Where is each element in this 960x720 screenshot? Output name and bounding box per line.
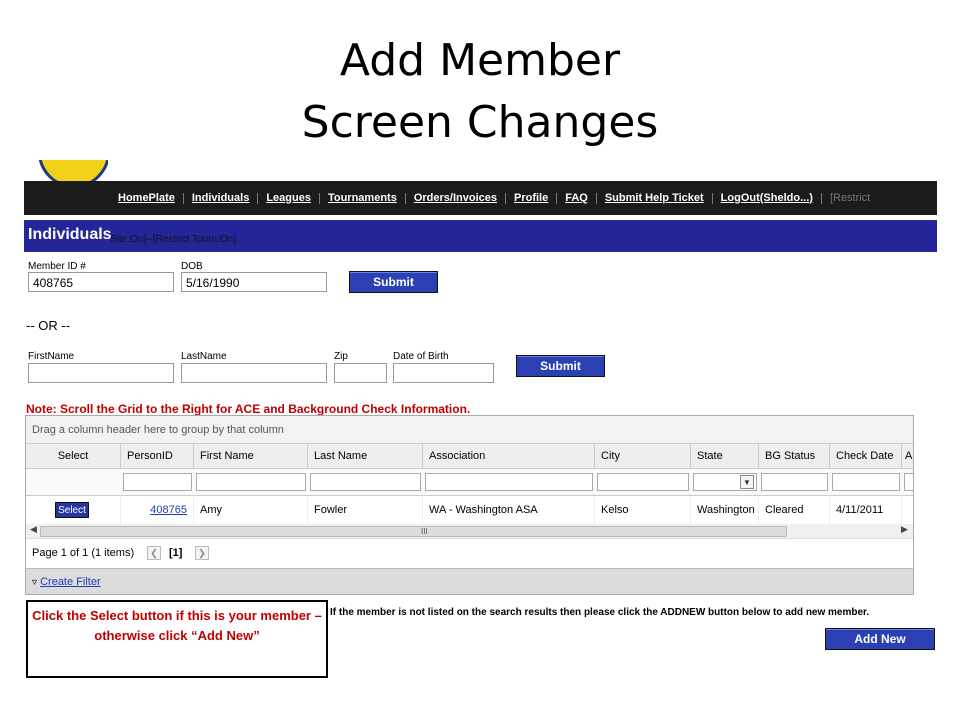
last-name-cell: Fowler [308,496,423,524]
scroll-right-icon[interactable]: ▶ [901,524,908,535]
current-page[interactable]: [1] [169,540,182,566]
or-separator: -- OR -- [26,318,71,333]
col-header-last-name[interactable]: Last Name [308,444,423,468]
nav-homeplate[interactable]: HomePlate [110,192,184,204]
slide-title: Add Member Screen Changes [0,30,960,154]
member-id-label: Member ID # [28,261,86,272]
prev-page-icon[interactable]: ❮ [147,546,161,560]
lastname-label: LastName [181,351,227,362]
nav-leagues[interactable]: Leagues [258,192,320,204]
nav-profile[interactable]: Profile [506,192,558,204]
grid-header-row: Select PersonID First Name Last Name Ass… [26,444,913,469]
firstname-label: FirstName [28,351,75,362]
col-header-check-date[interactable]: Check Date [830,444,902,468]
check-date-cell: 4/11/2011 [830,496,902,524]
select-cell: Select [26,496,121,524]
col-header-association[interactable]: Association [423,444,595,468]
col-header-bg-status[interactable]: BG Status [759,444,830,468]
member-id-input[interactable]: 408765 [28,272,174,292]
col-header-state[interactable]: State [691,444,759,468]
scrollbar-grip: III [421,527,428,536]
create-filter-link[interactable]: Create Filter [40,576,101,588]
col-header-select[interactable]: Select [26,444,121,468]
filter-ace[interactable] [904,473,913,491]
page-header: Individuals Site:On]--[Restrict Tourn:On… [24,220,937,252]
filter-personid[interactable] [123,473,192,491]
scrollbar-thumb[interactable]: III [40,526,787,537]
firstname-input[interactable] [28,363,174,383]
filter-association[interactable] [425,473,593,491]
app-screenshot: HomePlate Individuals Leagues Tournament… [24,160,937,650]
filter-first-name[interactable] [196,473,306,491]
nav-faq[interactable]: FAQ [557,192,597,204]
col-header-first-name[interactable]: First Name [194,444,308,468]
zip-input[interactable] [334,363,387,383]
date-of-birth-label: Date of Birth [393,351,449,362]
personid-cell: 408765 [121,496,194,524]
not-listed-message: If the member is not listed on the searc… [330,607,870,618]
restriction-status: Site:On]--[Restrict Tourn:On] [110,234,236,245]
date-of-birth-input[interactable] [393,363,494,383]
filter-icon: ▿ [32,577,38,588]
nav-individuals[interactable]: Individuals [184,192,259,204]
filter-last-name[interactable] [310,473,421,491]
city-cell: Kelso [595,496,691,524]
next-page-icon[interactable]: ❯ [195,546,209,560]
filter-bg-status[interactable] [761,473,828,491]
scroll-left-icon[interactable]: ◀ [30,524,37,535]
submit-member-id-button[interactable]: Submit [349,271,438,293]
submit-name-search-button[interactable]: Submit [516,355,605,377]
page-title: Individuals [28,226,112,243]
personid-link[interactable]: 408765 [150,504,187,516]
dob-label: DOB [181,261,203,272]
first-name-cell: Amy [194,496,308,524]
group-by-panel[interactable]: Drag a column header here to group by th… [26,416,913,444]
horizontal-scrollbar[interactable]: ◀ III ▶ [26,524,913,539]
chevron-down-icon[interactable]: ▼ [740,475,754,489]
slide-title-line-2: Screen Changes [301,97,659,148]
grid-footer: ▿ Create Filter [26,568,913,594]
zip-label: Zip [334,351,348,362]
col-header-ace[interactable]: A [902,444,913,468]
nav-submit-help-ticket[interactable]: Submit Help Ticket [597,192,713,204]
pager-summary: Page 1 of 1 (1 items) [32,547,135,559]
filter-state[interactable]: ▼ [693,473,757,491]
results-grid: Drag a column header here to group by th… [25,415,914,595]
nav-orders-invoices[interactable]: Orders/Invoices [406,192,506,204]
pager: Page 1 of 1 (1 items) ❮ [1] ❯ [26,540,913,566]
association-cell: WA - Washington ASA [423,496,595,524]
dob-input[interactable]: 5/16/1990 [181,272,327,292]
lastname-input[interactable] [181,363,327,383]
nav-tournaments[interactable]: Tournaments [320,192,406,204]
nav-logout[interactable]: LogOut(Sheldo...) [713,192,822,204]
scroll-note: Note: Scroll the Grid to the Right for A… [26,402,471,416]
instruction-callout: Click the Select button if this is your … [26,600,328,678]
add-new-button[interactable]: Add New [825,628,935,650]
filter-check-date[interactable] [832,473,900,491]
bg-status-cell: Cleared [759,496,830,524]
grid-filter-row: ▼ [26,469,913,496]
select-button[interactable]: Select [55,502,89,518]
col-header-city[interactable]: City [595,444,691,468]
slide-title-line-1: Add Member [339,35,621,86]
table-row: Select 408765 Amy Fowler WA - Washington… [26,496,913,525]
nav-restrict-status: [Restrict [829,191,871,204]
filter-city[interactable] [597,473,689,491]
top-nav: HomePlate Individuals Leagues Tournament… [24,181,937,215]
col-header-personid[interactable]: PersonID [121,444,194,468]
state-cell: Washington [691,496,759,524]
